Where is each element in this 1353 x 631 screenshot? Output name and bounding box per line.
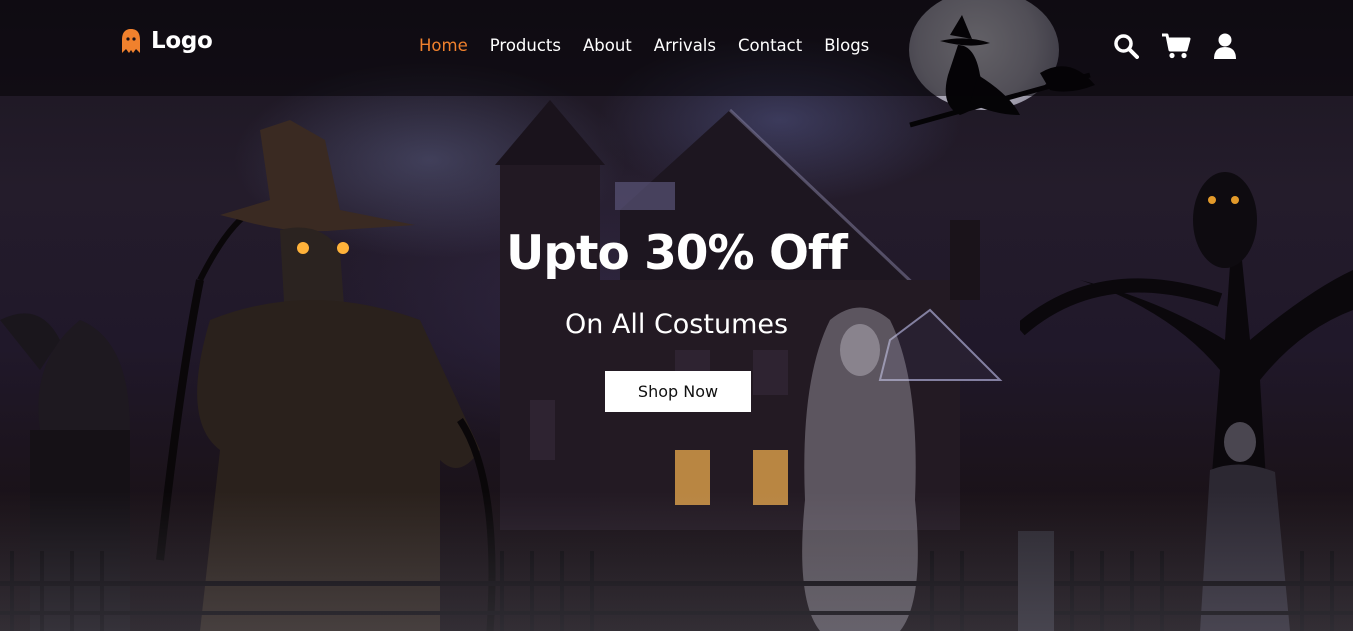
site-header: Logo Home Products About Arrivals Contac… — [0, 0, 1353, 96]
nav-item-blogs[interactable]: Blogs — [824, 36, 869, 55]
brand-logo[interactable]: Logo — [120, 28, 213, 54]
main-nav: Home Products About Arrivals Contact Blo… — [419, 36, 891, 55]
user-icon[interactable] — [1213, 33, 1237, 59]
nav-item-home[interactable]: Home — [419, 36, 468, 55]
nav-item-products[interactable]: Products — [490, 36, 561, 55]
nav-item-about[interactable]: About — [583, 36, 632, 55]
fog-overlay — [0, 491, 1353, 631]
cart-icon[interactable] — [1161, 33, 1191, 59]
header-actions — [1113, 33, 1237, 59]
hero-subtitle: On All Costumes — [564, 309, 789, 340]
shop-now-button[interactable]: Shop Now — [605, 371, 751, 412]
ghost-icon — [122, 29, 140, 53]
nav-item-arrivals[interactable]: Arrivals — [654, 36, 716, 55]
nav-item-contact[interactable]: Contact — [738, 36, 802, 55]
hero-title: Upto 30% Off — [506, 226, 848, 281]
brand-name: Logo — [151, 28, 213, 54]
search-icon[interactable] — [1113, 33, 1139, 59]
